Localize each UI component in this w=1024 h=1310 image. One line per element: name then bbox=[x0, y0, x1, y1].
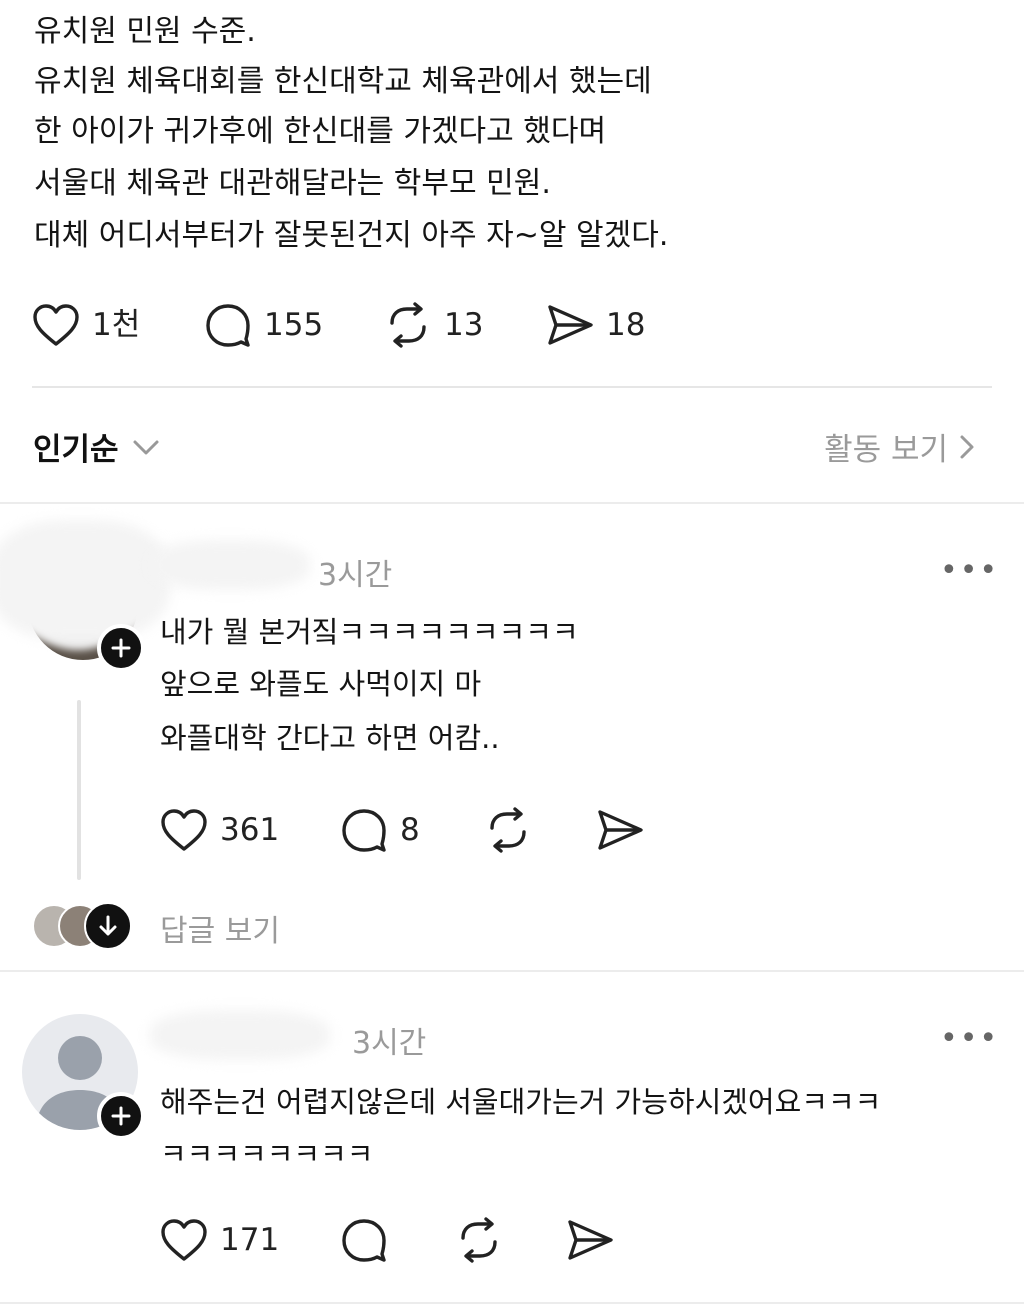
heart-icon bbox=[161, 1219, 207, 1261]
comment-count: 155 bbox=[264, 306, 324, 343]
chevron-right-icon bbox=[960, 435, 974, 458]
more-options-icon[interactable]: ••• bbox=[940, 556, 999, 586]
reply-line: 내가 뭘 본거짘ㅋㅋㅋㅋㅋㅋㅋㅋㅋ bbox=[160, 615, 579, 649]
comment-bubble-icon bbox=[342, 809, 386, 852]
divider bbox=[32, 386, 992, 388]
plus-icon bbox=[111, 1106, 131, 1126]
comment-button[interactable] bbox=[340, 1217, 388, 1263]
share-count: 18 bbox=[606, 306, 646, 343]
share-button[interactable] bbox=[596, 807, 644, 853]
send-icon bbox=[568, 1220, 613, 1260]
like-button[interactable]: 1천 bbox=[32, 303, 140, 347]
timestamp: 3시간 bbox=[352, 1026, 427, 1061]
heart-icon bbox=[161, 809, 207, 851]
activity-label: 활동 보기 bbox=[824, 432, 948, 468]
comment-button[interactable]: 8 bbox=[340, 807, 420, 853]
expand-replies-button[interactable] bbox=[84, 902, 132, 950]
plus-icon bbox=[111, 638, 131, 658]
comment-bubble-icon bbox=[342, 1219, 386, 1262]
redaction bbox=[150, 1010, 330, 1060]
post-line: 한 아이가 귀가후에 한신대를 가겠다고 했다며 bbox=[34, 114, 607, 149]
redaction bbox=[150, 540, 310, 590]
send-icon bbox=[598, 810, 643, 850]
repost-icon bbox=[390, 302, 426, 348]
sort-dropdown[interactable]: 인기순 bbox=[33, 424, 161, 469]
thread-line bbox=[77, 700, 81, 880]
follow-button[interactable] bbox=[97, 1092, 145, 1140]
reply-line: 와플대학 간다고 하면 어캄.. bbox=[160, 721, 500, 755]
heart-icon bbox=[33, 304, 79, 346]
send-icon bbox=[548, 305, 593, 345]
comment-button[interactable]: 155 bbox=[204, 302, 323, 348]
reply-line: 앞으로 와플도 사먹이지 마 bbox=[160, 667, 482, 701]
follow-button[interactable] bbox=[97, 624, 145, 672]
reply-avatars[interactable] bbox=[32, 902, 132, 950]
timestamp: 3시간 bbox=[318, 558, 393, 593]
like-button[interactable]: 171 bbox=[160, 1218, 279, 1262]
like-button[interactable]: 361 bbox=[160, 808, 279, 852]
comment-count: 8 bbox=[400, 811, 420, 848]
arrow-down-icon bbox=[99, 915, 117, 936]
view-replies-link[interactable]: 답글 보기 bbox=[160, 906, 280, 950]
section-divider bbox=[0, 1302, 1024, 1304]
post-line: 대체 어디서부터가 잘못된건지 아주 자~알 알겠다. bbox=[34, 218, 669, 253]
like-count: 1천 bbox=[92, 306, 141, 343]
repost-icon bbox=[490, 807, 526, 853]
repost-button[interactable] bbox=[484, 807, 532, 853]
reply-line: 해주는건 어렵지않은데 서울대가는거 가능하시겠어요ㅋㅋㅋ bbox=[160, 1085, 882, 1119]
post-line: 서울대 체육관 대관해달라는 학부모 민원. bbox=[34, 166, 551, 201]
sort-label: 인기순 bbox=[33, 432, 119, 468]
activity-link[interactable]: 활동 보기 bbox=[824, 424, 976, 469]
comment-bubble-icon bbox=[206, 304, 250, 347]
post-line: 유치원 민원 수준. bbox=[34, 14, 256, 49]
share-button[interactable] bbox=[566, 1217, 614, 1263]
section-divider bbox=[0, 970, 1024, 972]
chevron-down-icon bbox=[133, 440, 159, 454]
repost-button[interactable]: 13 bbox=[384, 302, 483, 348]
post-line: 유치원 체육대회를 한신대학교 체육관에서 했는데 bbox=[34, 64, 652, 99]
repost-button[interactable] bbox=[455, 1217, 503, 1263]
repost-icon bbox=[461, 1217, 497, 1263]
like-count: 171 bbox=[220, 1221, 280, 1258]
share-button[interactable]: 18 bbox=[546, 302, 645, 348]
more-options-icon[interactable]: ••• bbox=[940, 1024, 999, 1054]
section-divider bbox=[0, 502, 1024, 504]
reply-line: ㅋㅋㅋㅋㅋㅋㅋㅋ bbox=[160, 1137, 374, 1171]
repost-count: 13 bbox=[444, 306, 484, 343]
redaction bbox=[0, 520, 170, 640]
like-count: 361 bbox=[220, 811, 280, 848]
